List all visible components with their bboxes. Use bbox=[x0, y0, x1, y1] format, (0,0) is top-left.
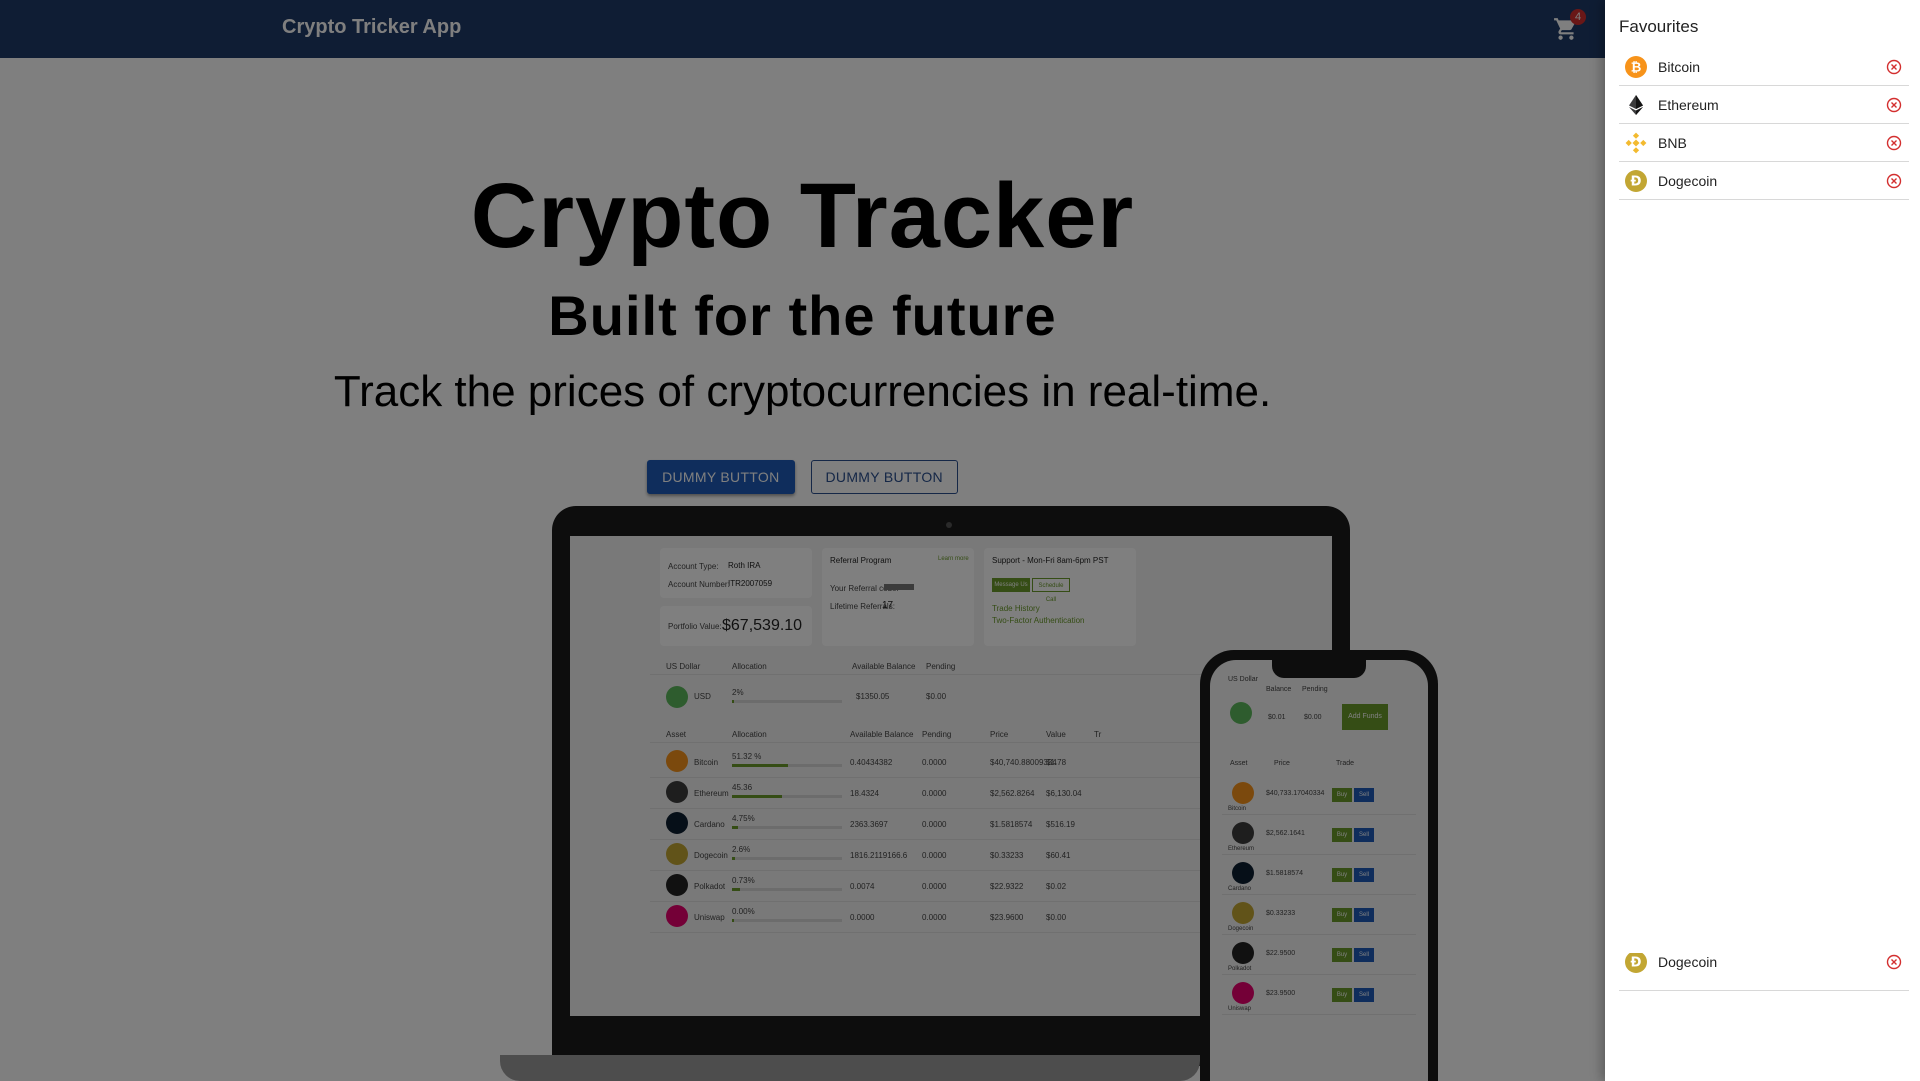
favourite-item-dogecoin[interactable]: Ð Dogecoin bbox=[1619, 162, 1909, 200]
favourite-item-ethereum[interactable]: Ethereum bbox=[1619, 86, 1909, 124]
remove-circle-icon[interactable] bbox=[1886, 59, 1902, 75]
favourite-item-bitcoin[interactable]: ₿ Bitcoin bbox=[1619, 48, 1909, 86]
svg-text:Ð: Ð bbox=[1631, 175, 1642, 190]
favourite-name: Dogecoin bbox=[1658, 173, 1718, 189]
favourite-name: Dogecoin bbox=[1658, 954, 1718, 970]
bitcoin-icon: ₿ bbox=[1625, 56, 1647, 78]
svg-text:Ð: Ð bbox=[1631, 956, 1642, 971]
remove-circle-icon[interactable] bbox=[1886, 954, 1902, 970]
remove-circle-icon[interactable] bbox=[1886, 173, 1902, 189]
ethereum-icon bbox=[1629, 95, 1643, 115]
svg-text:₿: ₿ bbox=[1631, 61, 1642, 76]
favourite-name: Bitcoin bbox=[1658, 59, 1701, 75]
favourite-name: BNB bbox=[1658, 135, 1687, 151]
favourite-item-bnb[interactable]: BNB bbox=[1619, 124, 1909, 162]
dragging-favourite-item[interactable]: Ð Dogecoin bbox=[1619, 953, 1909, 991]
remove-circle-icon[interactable] bbox=[1886, 97, 1902, 113]
remove-circle-icon[interactable] bbox=[1886, 135, 1902, 151]
ghost-item-content: Ð Dogecoin bbox=[1619, 953, 1909, 981]
dogecoin-icon: Ð bbox=[1625, 170, 1647, 192]
favourite-name: Ethereum bbox=[1658, 97, 1719, 113]
dogecoin-icon: Ð bbox=[1625, 953, 1647, 973]
bnb-icon bbox=[1625, 132, 1647, 154]
drawer-title: Favourites bbox=[1619, 17, 1699, 36]
favourites-drawer: Favourites ₿ Bitcoin Ethereum BNB Ð Doge… bbox=[1605, 0, 1920, 1081]
favourites-list: ₿ Bitcoin Ethereum BNB Ð Dogecoin bbox=[1619, 48, 1909, 200]
